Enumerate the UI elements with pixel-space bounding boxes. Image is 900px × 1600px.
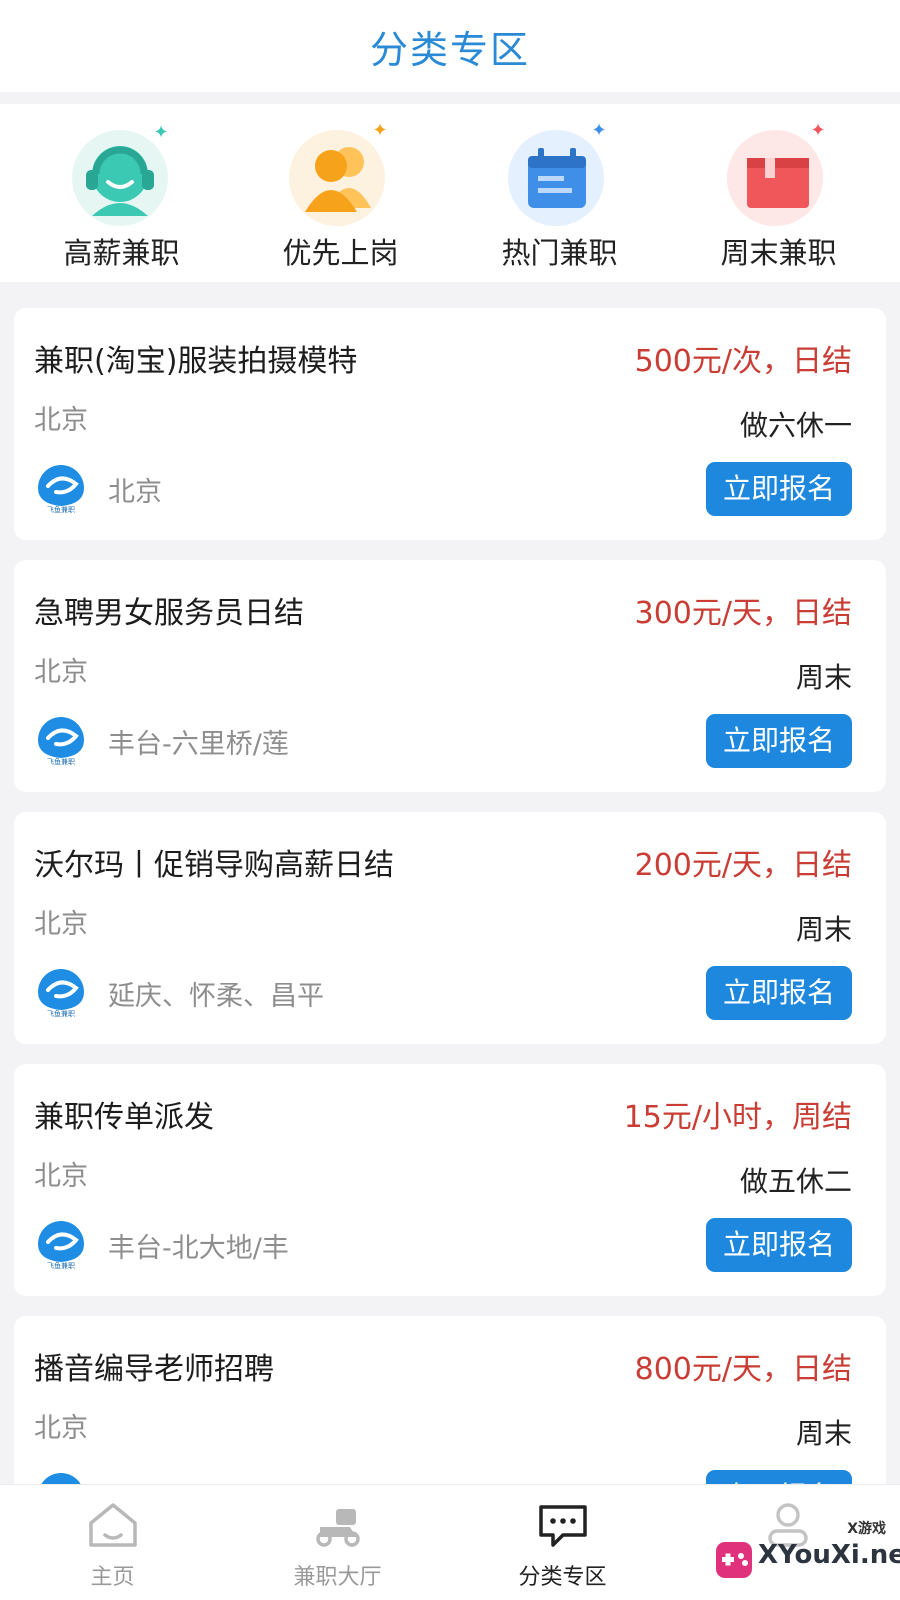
nav-job-hall[interactable]: 兼职大厅: [225, 1485, 450, 1600]
job-city: 北京: [34, 1413, 88, 1444]
gamepad-icon: [716, 1542, 752, 1578]
job-salary: 800元/天，日结: [634, 1352, 852, 1387]
nav-label: 兼职大厅: [293, 1565, 382, 1590]
job-title: 沃尔玛丨促销导购高薪日结: [34, 848, 394, 883]
job-salary: 300元/天，日结: [634, 596, 852, 631]
apply-button[interactable]: 立即报名: [706, 462, 852, 516]
job-salary: 200元/天，日结: [634, 848, 852, 883]
job-card[interactable]: 沃尔玛丨促销导购高薪日结 200元/天，日结北京 周末飞鱼兼职 延庆、怀柔、昌平 立即报…: [14, 812, 886, 1044]
job-schedule: 做五休二: [739, 1165, 852, 1198]
logo-caption: 飞鱼兼职: [47, 757, 75, 766]
company-logo-icon: 飞鱼兼职: [38, 465, 84, 514]
job-schedule: 周末: [795, 1417, 852, 1450]
job-card[interactable]: 兼职(淘宝)服装拍摄模特 500元/次，日结 北京 做六休一 飞鱼兼职 北京 立即报名: [14, 308, 886, 540]
nav-label: 分类专区: [518, 1565, 607, 1590]
headset-person-icon: ✦: [62, 116, 182, 228]
job-salary: 500元/次，日结: [634, 344, 852, 379]
category-label: 高薪兼职: [63, 236, 180, 270]
job-card[interactable]: 兼职传单派发 15元/小时，周结北京 做五休二飞鱼兼职 丰台-北大地/丰 立即报名: [14, 1064, 886, 1296]
people-icon: ✦: [281, 116, 401, 228]
watermark-text: XYouXi.net: [758, 1540, 900, 1570]
apply-button[interactable]: 立即报名: [706, 966, 852, 1020]
category-priority[interactable]: ✦ 优先上岗: [241, 104, 441, 282]
job-schedule: 周末: [795, 913, 852, 946]
job-city: 北京: [34, 657, 88, 688]
logo-caption: 飞鱼兼职: [47, 1261, 75, 1270]
gift-box-icon: ✦: [719, 116, 839, 228]
nav-label: 主页: [90, 1565, 135, 1590]
category-weekend[interactable]: ✦ 周末兼职: [679, 104, 879, 282]
job-title: 兼职传单派发: [34, 1100, 214, 1135]
job-city: 北京: [34, 909, 88, 940]
apply-button[interactable]: 立即报名: [706, 1218, 852, 1272]
home-icon: [88, 1503, 137, 1547]
company-logo-icon: 飞鱼兼职: [38, 969, 84, 1018]
category-label: 热门兼职: [501, 236, 618, 270]
nav-category[interactable]: 分类专区: [450, 1485, 675, 1600]
nav-home[interactable]: 主页: [0, 1485, 225, 1600]
job-salary: 15元/小时，周结: [623, 1100, 852, 1135]
category-label: 优先上岗: [282, 236, 399, 270]
job-title: 急聘男女服务员日结: [34, 596, 304, 631]
watermark-logo: X游戏 XYouXi.net: [708, 1510, 900, 1590]
job-area: 延庆、怀柔、昌平: [108, 981, 324, 1012]
job-schedule: 做六休一: [739, 409, 852, 442]
logo-caption: 飞鱼兼职: [47, 1009, 75, 1018]
logo-caption: 飞鱼兼职: [47, 505, 75, 514]
watermark-small: X游戏: [847, 1521, 886, 1537]
job-city: 北京: [34, 405, 88, 436]
category-hot[interactable]: ✦ 热门兼职: [460, 104, 660, 282]
job-city: 北京: [34, 1161, 88, 1192]
category-row: ✦ 高薪兼职 ✦ 优先上岗 ✦ 热门兼职 ✦ 周末兼职: [0, 104, 900, 282]
job-title: 兼职(淘宝)服装拍摄模特: [34, 344, 358, 379]
app-root: 分类专区 ✦ 高薪兼职 ✦ 优先上岗 ✦ 热门兼职 ✦ 周末兼职 兼职(淘宝)服…: [0, 0, 900, 1600]
job-title: 播音编导老师招聘: [34, 1352, 274, 1387]
job-area: 丰台-六里桥/莲: [108, 729, 289, 760]
calendar-icon: ✦: [500, 116, 620, 228]
category-high-pay[interactable]: ✦ 高薪兼职: [22, 104, 222, 282]
job-card[interactable]: 急聘男女服务员日结 300元/天，日结北京 周末飞鱼兼职 丰台-六里桥/莲 立即报名: [14, 560, 886, 792]
company-logo-icon: 飞鱼兼职: [38, 717, 84, 766]
header-bar: 分类专区: [0, 0, 900, 92]
job-schedule: 周末: [795, 661, 852, 694]
apply-button[interactable]: 立即报名: [706, 714, 852, 768]
page-title: 分类专区: [369, 27, 530, 72]
job-area: 丰台-北大地/丰: [108, 1233, 289, 1264]
message-icon: [538, 1505, 587, 1547]
category-label: 周末兼职: [720, 236, 837, 270]
job-area: 北京: [108, 477, 162, 508]
company-logo-icon: 飞鱼兼职: [38, 1221, 84, 1270]
scooter-icon: [315, 1509, 360, 1547]
